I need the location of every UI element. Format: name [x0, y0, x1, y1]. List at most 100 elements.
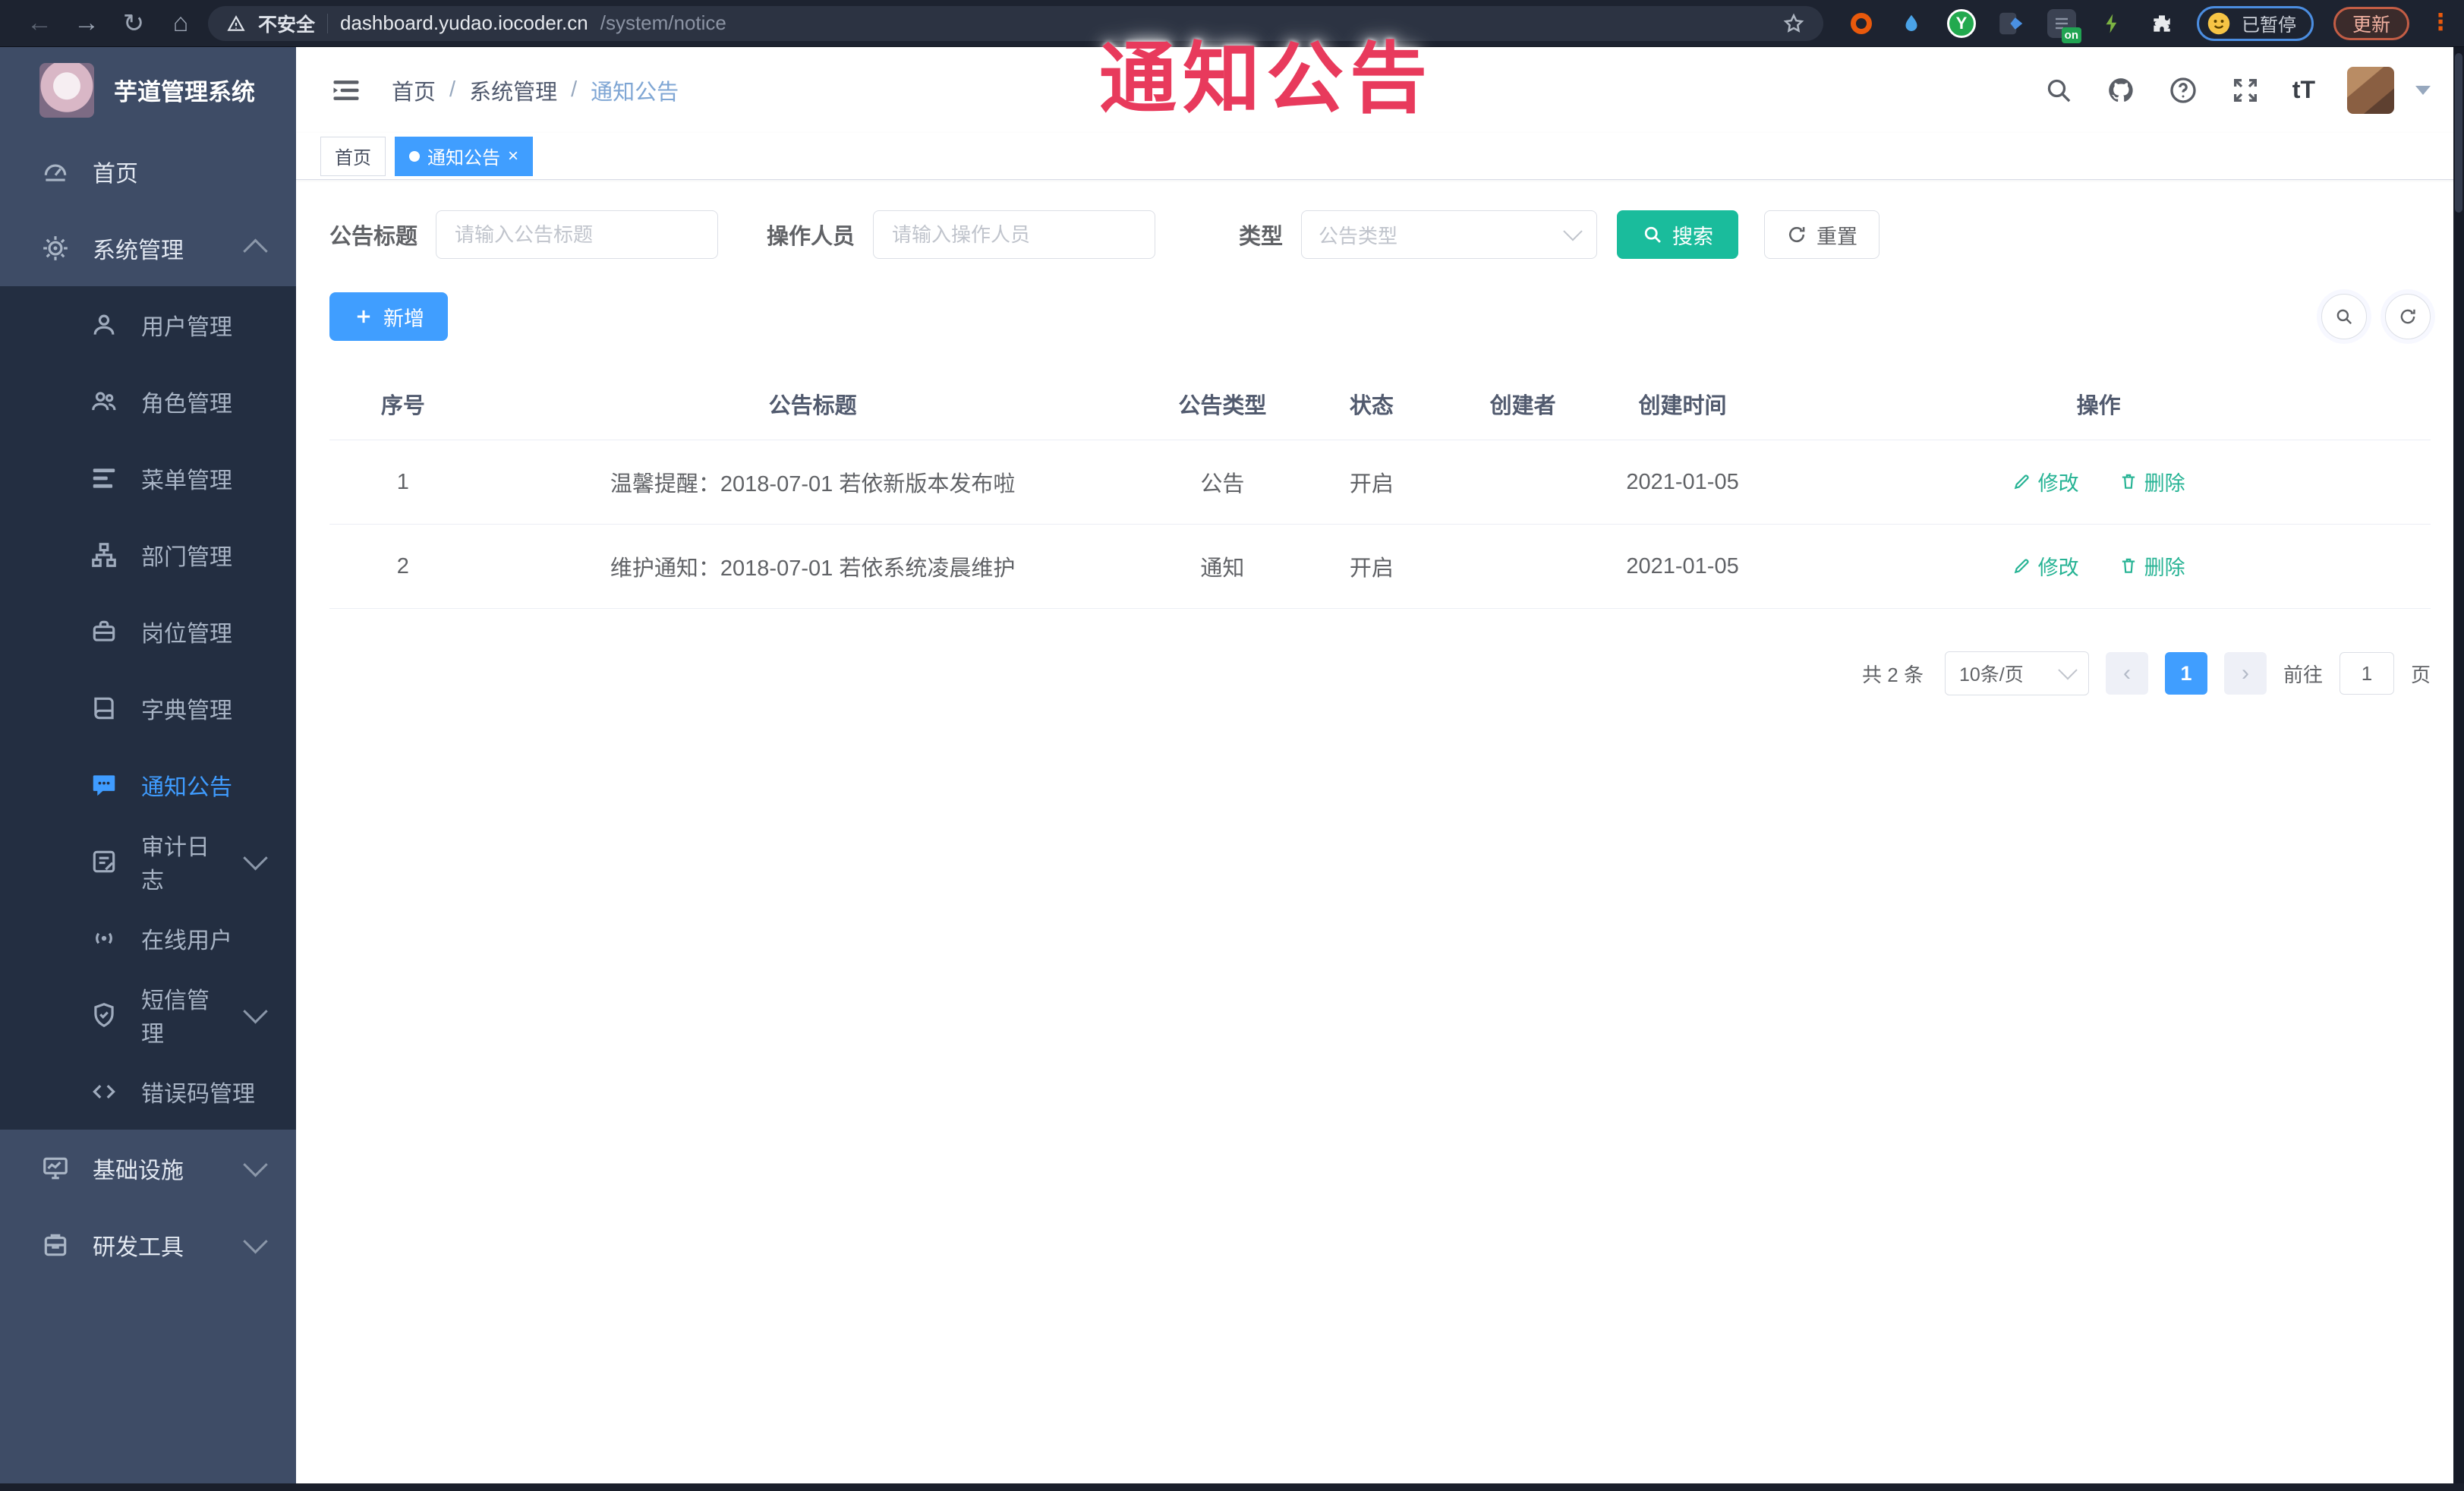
smiley-avatar-icon: [2207, 12, 2230, 34]
add-button-label: 新增: [383, 307, 424, 330]
close-icon[interactable]: [508, 147, 518, 165]
not-secure-warning-icon: [227, 14, 245, 31]
briefcase-icon: [93, 620, 115, 641]
sidebar-item-online-users[interactable]: 在线用户: [0, 900, 296, 976]
message-bubble-icon: [93, 774, 115, 796]
sidebar-logo-row[interactable]: 芋道管理系统: [0, 47, 296, 133]
font-size-icon[interactable]: tT: [2292, 76, 2315, 104]
refresh-icon: [1789, 226, 1805, 243]
delete-link[interactable]: 删除: [2119, 467, 2185, 496]
app-frame: 芋道管理系统 首页 系统管理 用户管理 角色管理 菜单管理 部门管理 岗位管理 …: [0, 47, 2464, 1491]
next-page-button[interactable]: [2223, 652, 2267, 695]
sidebar-item-roles[interactable]: 角色管理: [0, 363, 296, 440]
edit-link[interactable]: 修改: [2012, 467, 2079, 496]
dashboard-icon: [44, 164, 67, 181]
profile-paused-chip[interactable]: 已暂停: [2196, 5, 2314, 41]
address-bar[interactable]: 不安全 dashboard.yudao.iocoder.cn/system/no…: [208, 5, 1823, 41]
extension-drop-icon[interactable]: [1896, 8, 1927, 39]
page-scrollbar[interactable]: [2453, 47, 2464, 1491]
sidebar-item-system[interactable]: 系统管理: [0, 210, 296, 286]
refresh-table-button[interactable]: [2385, 294, 2431, 339]
breadcrumb-home[interactable]: 首页: [392, 74, 436, 106]
reset-button[interactable]: 重置: [1764, 210, 1880, 259]
tag-notices[interactable]: 通知公告: [395, 136, 534, 176]
sidebar-item-sms[interactable]: 短信管理: [0, 976, 296, 1053]
extensions-puzzle-icon[interactable]: [2147, 8, 2177, 39]
browser-menu-dots-icon[interactable]: ⋮: [2429, 11, 2452, 33]
page-size-select[interactable]: 10条/页: [1944, 651, 2089, 695]
column-header: 状态: [1296, 368, 1448, 440]
active-tag-dot: [409, 150, 420, 162]
extension-y-icon[interactable]: Y: [1946, 8, 1977, 39]
browser-back-icon[interactable]: [20, 7, 59, 40]
sidebar-item-posts[interactable]: 岗位管理: [0, 593, 296, 670]
fullscreen-icon[interactable]: [2230, 75, 2261, 106]
chevron-down-icon: [243, 998, 268, 1024]
extension-bolt-icon[interactable]: [2097, 8, 2127, 39]
title-filter-label: 公告标题: [329, 225, 418, 249]
sidebar-item-error-codes[interactable]: 错误码管理: [0, 1053, 296, 1130]
add-button[interactable]: 新增: [329, 292, 448, 341]
github-icon[interactable]: [2106, 75, 2136, 106]
search-button[interactable]: 搜索: [1617, 210, 1739, 259]
tools-icon: [44, 1234, 67, 1256]
extension-diamond-icon[interactable]: [1996, 8, 2027, 39]
type-filter-select[interactable]: 公告类型: [1301, 210, 1598, 259]
edit-link[interactable]: 修改: [2012, 551, 2079, 581]
chevron-down-icon: [243, 1228, 268, 1254]
sidebar-item-menus[interactable]: 菜单管理: [0, 440, 296, 516]
bookmark-star-icon[interactable]: [1782, 12, 1805, 35]
user-avatar[interactable]: [2347, 66, 2394, 114]
scrollbar-thumb[interactable]: [2455, 53, 2462, 213]
search-icon: [1644, 226, 1661, 243]
url-divider: [327, 13, 329, 33]
sidebar-item-dictionary[interactable]: 字典管理: [0, 670, 296, 746]
tag-home[interactable]: 首页: [320, 136, 386, 176]
filter-title-group: 公告标题: [329, 210, 719, 259]
cell-no: 2: [329, 524, 477, 609]
cell-no: 1: [329, 440, 477, 525]
search-icon[interactable]: [2043, 75, 2074, 106]
sidebar-item-departments[interactable]: 部门管理: [0, 516, 296, 593]
screen: 不安全 dashboard.yudao.iocoder.cn/system/no…: [0, 0, 2464, 1491]
refresh-icon: [2400, 309, 2415, 324]
breadcrumb-system[interactable]: 系统管理: [469, 74, 557, 106]
sidebar-item-label: 菜单管理: [141, 468, 232, 493]
browser-reload-icon[interactable]: [114, 7, 153, 40]
pagination: 共 2 条 10条/页 1 前往 页: [329, 651, 2431, 695]
title-filter-input[interactable]: [436, 210, 719, 259]
prev-page-button[interactable]: [2105, 652, 2148, 695]
pencil-icon: [2014, 474, 2029, 490]
sidebar-item-home[interactable]: 首页: [0, 133, 296, 210]
delete-link[interactable]: 删除: [2119, 551, 2185, 581]
security-label: 不安全: [258, 14, 316, 36]
sidebar-item-devtools[interactable]: 研发工具: [0, 1206, 296, 1283]
tag-label: 通知公告: [427, 148, 500, 169]
page-number-1[interactable]: 1: [2164, 652, 2207, 695]
help-icon[interactable]: [2168, 75, 2198, 106]
chevron-down-icon: [243, 845, 268, 871]
sidebar-item-label: 在线用户: [141, 928, 232, 954]
browser-update-button[interactable]: 更新: [2333, 6, 2409, 40]
extension-ring-icon[interactable]: [1846, 8, 1876, 39]
sidebar-item-notices[interactable]: 通知公告: [0, 746, 296, 823]
sidebar-item-users[interactable]: 用户管理: [0, 286, 296, 363]
trash-icon: [2122, 559, 2135, 573]
cell-title: 维护通知：2018-07-01 若依系统凌晨维护: [476, 524, 1149, 609]
sidebar-item-audit-log[interactable]: 审计日志: [0, 823, 296, 900]
search-icon: [2336, 309, 2352, 325]
goto-page-input[interactable]: [2339, 652, 2394, 695]
chevron-down-icon: [1563, 222, 1583, 241]
sidebar-item-infrastructure[interactable]: 基础设施: [0, 1130, 296, 1206]
toggle-search-button[interactable]: [2321, 294, 2367, 339]
type-select-placeholder: 公告类型: [1319, 224, 1398, 247]
extension-on-icon[interactable]: on: [2047, 8, 2081, 43]
avatar-caret-down-icon[interactable]: [2415, 85, 2431, 95]
cell-title: 温馨提醒：2018-07-01 若依新版本发布啦: [476, 440, 1149, 525]
browser-forward-icon[interactable]: [67, 7, 106, 40]
browser-home-icon[interactable]: [161, 7, 200, 40]
operator-filter-input[interactable]: [873, 210, 1156, 259]
sidebar-item-label: 角色管理: [141, 391, 232, 417]
table-toolbar: 新增: [329, 292, 2431, 341]
sidebar-collapse-icon[interactable]: [329, 74, 363, 107]
